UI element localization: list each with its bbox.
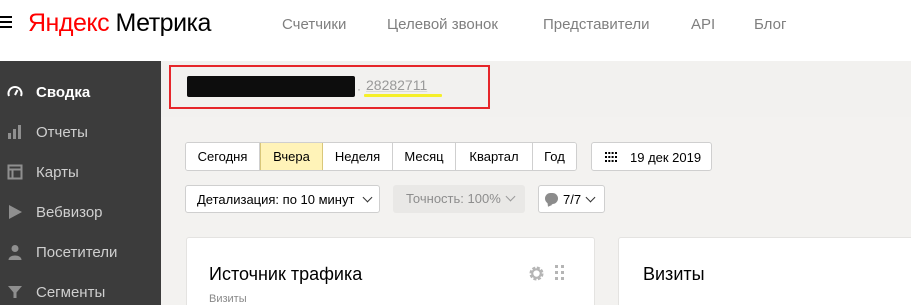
sidebar-item-reports[interactable]: Отчеты (0, 112, 161, 152)
sidebar-item-label: Отчеты (36, 123, 88, 141)
gear-icon[interactable] (528, 265, 545, 282)
comment-icon (545, 193, 558, 204)
visits-title: Визиты (643, 264, 705, 284)
nav-counters[interactable]: Счетчики (282, 16, 346, 33)
sidebar-item-label: Карты (36, 163, 79, 181)
sidebar-item-label: Посетители (36, 243, 118, 261)
play-icon (9, 205, 22, 219)
user-icon (8, 245, 22, 260)
filter-icon (8, 286, 22, 298)
highlight-frame (169, 65, 490, 109)
calendar-icon (605, 152, 617, 162)
map-icon (7, 164, 23, 180)
period-today-button[interactable]: Сегодня (186, 143, 260, 170)
menu-icon[interactable] (0, 16, 12, 30)
traffic-source-title: Источник трафика (209, 264, 363, 284)
sidebar-item-label: Вебвизор (36, 203, 103, 221)
logo-brand: Яндекс (28, 9, 110, 37)
sidebar-item-maps[interactable]: Карты (0, 152, 161, 192)
gauge-icon (7, 86, 23, 97)
sidebar-item-label: Сегменты (36, 283, 106, 301)
top-header: Яндекс Метрика Счетчики Целевой звонок П… (0, 0, 911, 52)
chevron-down-icon (585, 192, 596, 203)
accuracy-label: Точность: 100% (406, 191, 501, 206)
logo-product: Метрика (115, 9, 212, 37)
chevron-down-icon (362, 192, 373, 203)
accuracy-dropdown[interactable]: Точность: 100% (393, 185, 525, 213)
segments-label: 7/7 (563, 192, 582, 207)
date-picker-button[interactable]: 19 дек 2019 (591, 142, 712, 171)
period-month-button[interactable]: Месяц (393, 143, 456, 170)
nav-representatives[interactable]: Представители (543, 16, 649, 33)
sidebar-item-label: Сводка (36, 83, 91, 101)
sidebar-item-webvisor[interactable]: Вебвизор (0, 192, 161, 232)
period-yesterday-button[interactable]: Вчера (260, 143, 323, 170)
sidebar-item-summary[interactable]: Сводка (0, 72, 161, 112)
nav-target-call[interactable]: Целевой звонок (387, 16, 498, 33)
drag-handle-icon[interactable] (555, 265, 566, 281)
detail-dropdown[interactable]: Детализация: по 10 минут (185, 185, 380, 213)
nav-blog[interactable]: Блог (754, 16, 786, 33)
period-selector: Сегодня Вчера Неделя Месяц Квартал Год (185, 142, 577, 171)
traffic-source-subtitle: Визиты (209, 293, 247, 305)
period-week-button[interactable]: Неделя (323, 143, 393, 170)
sidebar-item-visitors[interactable]: Посетители (0, 232, 161, 272)
bar-chart-icon (8, 125, 21, 139)
detail-label: Детализация: по 10 минут (197, 192, 355, 207)
period-year-button[interactable]: Год (533, 143, 576, 170)
date-label: 19 дек 2019 (630, 150, 702, 165)
period-quarter-button[interactable]: Квартал (456, 143, 533, 170)
sidebar: Сводка Отчеты Карты Вебвизор Посетители … (0, 61, 161, 305)
segments-dropdown[interactable]: 7/7 (538, 185, 605, 213)
sidebar-item-segments[interactable]: Сегменты (0, 272, 161, 305)
nav-api[interactable]: API (691, 16, 715, 33)
logo[interactable]: Яндекс Метрика (28, 9, 211, 38)
chevron-down-icon (505, 191, 516, 202)
